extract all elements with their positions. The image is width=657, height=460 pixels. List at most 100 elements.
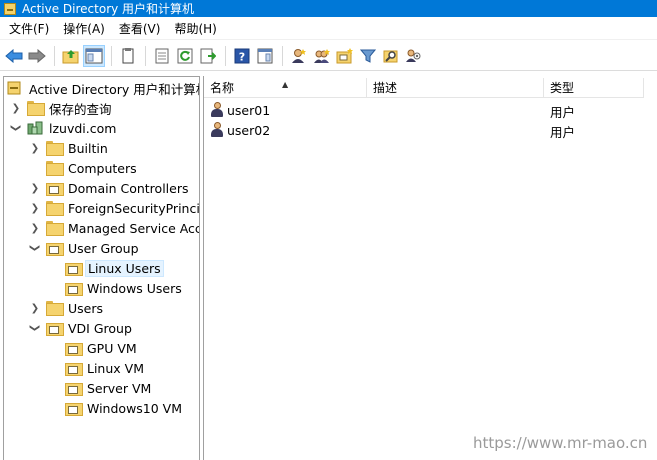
- tree-item-label: VDI Group: [68, 320, 132, 336]
- chevron-right-icon[interactable]: ❯: [9, 101, 23, 115]
- window-title: Active Directory 用户和计算机: [22, 2, 195, 16]
- new-user-icon[interactable]: [288, 45, 310, 67]
- tree-item-gpu-vm[interactable]: GPU VM: [47, 338, 139, 358]
- ou-icon: [65, 341, 83, 356]
- folder-icon: [46, 301, 64, 316]
- svg-text:?: ?: [239, 50, 245, 63]
- tree-item-label: Windows Users: [87, 280, 182, 296]
- column-header-type[interactable]: 类型: [544, 78, 644, 98]
- chevron-down-icon[interactable]: ❯: [9, 121, 23, 135]
- list-item[interactable]: user01: [210, 100, 270, 120]
- column-header-label: 名称: [210, 81, 235, 95]
- tree-item-label: Windows10 VM: [87, 400, 183, 416]
- tree-item-windows10-vm[interactable]: Windows10 VM: [47, 398, 184, 418]
- tree-item-builtin[interactable]: ❯ Builtin: [28, 138, 110, 158]
- tree-item-computers[interactable]: Computers: [28, 158, 139, 178]
- menu-bar: 文件(F) 操作(A) 查看(V) 帮助(H): [0, 18, 657, 40]
- tree-item-domain[interactable]: ❯ lzuvdi.com: [9, 118, 118, 138]
- folder-icon: [46, 161, 64, 176]
- tree-item-saved-queries[interactable]: ❯ 保存的查询: [9, 98, 114, 118]
- twisty-empty: [47, 401, 61, 415]
- column-header-name[interactable]: 名称 ▲: [204, 78, 367, 98]
- menu-action[interactable]: 操作(A): [56, 18, 112, 40]
- menu-view[interactable]: 查看(V): [112, 18, 168, 40]
- show-action-pane-icon[interactable]: [254, 45, 276, 67]
- chevron-right-icon[interactable]: ❯: [28, 301, 42, 315]
- add-to-group-icon[interactable]: [403, 45, 425, 67]
- toolbar: ?: [0, 41, 657, 71]
- domain-icon: [27, 121, 43, 135]
- tree-root-label: Active Directory 用户和计算机: [29, 81, 200, 97]
- list-item-type: 用户: [550, 105, 576, 120]
- tree-item-label: Server VM: [87, 380, 152, 396]
- copy-icon[interactable]: [117, 45, 139, 67]
- chevron-down-icon[interactable]: ❯: [28, 321, 42, 335]
- title-bar: Active Directory 用户和计算机: [0, 0, 657, 17]
- tree-item-label: Users: [68, 300, 104, 316]
- chevron-right-icon[interactable]: ❯: [28, 221, 42, 235]
- tree-item-vdi-group[interactable]: ❯ VDI Group: [28, 318, 134, 338]
- find-icon[interactable]: [380, 45, 402, 67]
- tree-root[interactable]: Active Directory 用户和计算机: [7, 78, 200, 98]
- user-icon: [210, 102, 224, 118]
- list-item-name: user01: [227, 102, 271, 118]
- folder-icon: [27, 101, 45, 116]
- console-tree[interactable]: Active Directory 用户和计算机 ❯ 保存的查询 ❯ lzuvdi…: [3, 76, 200, 460]
- menu-file[interactable]: 文件(F): [2, 18, 56, 40]
- up-folder-icon[interactable]: [60, 45, 82, 67]
- help-icon[interactable]: ?: [231, 45, 253, 67]
- tree-item-linux-vm[interactable]: Linux VM: [47, 358, 146, 378]
- toolbar-separator: [282, 45, 283, 66]
- folder-icon: [46, 221, 64, 236]
- ou-icon: [65, 361, 83, 376]
- twisty-empty: [47, 281, 61, 295]
- column-header-description[interactable]: 描述: [367, 78, 544, 98]
- new-group-icon[interactable]: [311, 45, 333, 67]
- tree-item-label: ForeignSecurityPrincipals: [68, 200, 200, 216]
- ou-icon: [46, 181, 64, 196]
- tree-item-windows-users[interactable]: Windows Users: [47, 278, 184, 298]
- tree-item-label: Domain Controllers: [68, 180, 189, 196]
- ou-icon: [46, 241, 64, 256]
- tree-item-server-vm[interactable]: Server VM: [47, 378, 153, 398]
- watermark-text: https://www.mr-mao.cn: [473, 434, 648, 452]
- toolbar-separator: [111, 45, 112, 66]
- twisty-empty: [47, 341, 61, 355]
- forward-icon[interactable]: [26, 45, 48, 67]
- column-header-label: 类型: [550, 81, 575, 95]
- new-ou-icon[interactable]: [334, 45, 356, 67]
- sort-ascending-icon: ▲: [282, 80, 289, 89]
- chevron-right-icon[interactable]: ❯: [28, 181, 42, 195]
- refresh-icon[interactable]: [174, 45, 196, 67]
- folder-icon: [46, 201, 64, 216]
- tree-item-users[interactable]: ❯ Users: [28, 298, 105, 318]
- properties-icon[interactable]: [151, 45, 173, 67]
- tree-item-label: Builtin: [68, 140, 108, 156]
- tree-item-label: User Group: [68, 240, 139, 256]
- tree-item-managed-service-accounts[interactable]: ❯ Managed Service Accounts: [28, 218, 199, 238]
- tree-item-label: Linux Users: [85, 259, 164, 277]
- aduc-app-icon: [4, 2, 16, 15]
- tree-item-domain-controllers[interactable]: ❯ Domain Controllers: [28, 178, 190, 198]
- ou-icon: [65, 381, 83, 396]
- chevron-right-icon[interactable]: ❯: [28, 141, 42, 155]
- menu-help[interactable]: 帮助(H): [167, 18, 223, 40]
- tree-item-user-group[interactable]: ❯ User Group: [28, 238, 141, 258]
- details-pane[interactable]: 名称 ▲ 描述 类型 user01 用户 user02 用户: [203, 76, 657, 460]
- tree-item-linux-users[interactable]: Linux Users: [47, 258, 164, 278]
- chevron-right-icon[interactable]: ❯: [28, 201, 42, 215]
- list-item[interactable]: user02: [210, 120, 270, 140]
- chevron-down-icon[interactable]: ❯: [28, 241, 42, 255]
- twisty-empty: [47, 361, 61, 375]
- ou-icon: [65, 281, 83, 296]
- export-list-icon[interactable]: [197, 45, 219, 67]
- tree-item-label: 保存的查询: [49, 101, 112, 117]
- folder-icon: [46, 141, 64, 156]
- show-hide-console-tree-icon[interactable]: [83, 44, 105, 67]
- tree-item-label: Computers: [68, 160, 137, 176]
- tree-item-foreign-security-principals[interactable]: ❯ ForeignSecurityPrincipals: [28, 198, 200, 218]
- user-icon: [210, 122, 224, 138]
- filter-icon[interactable]: [357, 45, 379, 67]
- back-icon[interactable]: [3, 45, 25, 67]
- twisty-empty: [47, 381, 61, 395]
